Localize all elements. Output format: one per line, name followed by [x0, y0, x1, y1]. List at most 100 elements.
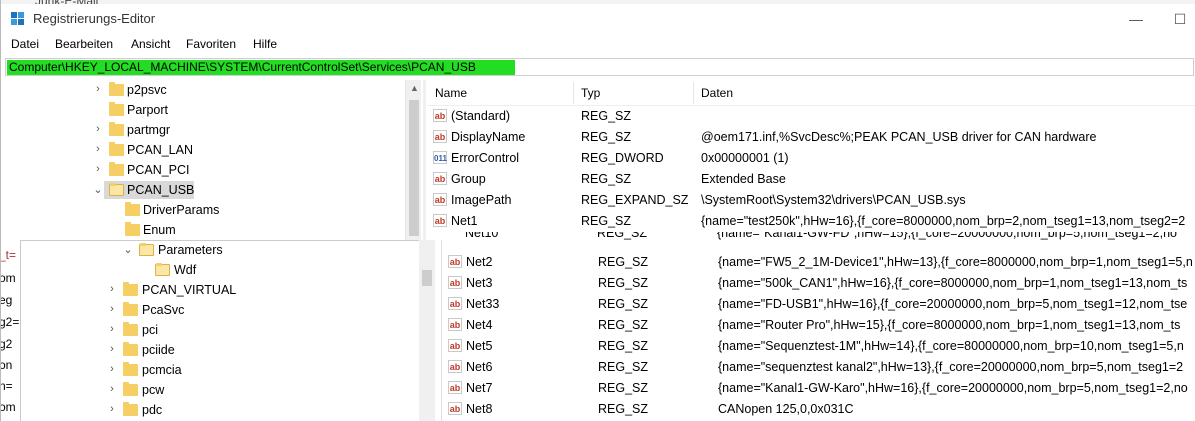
chevron-right-icon[interactable]: ›	[93, 163, 103, 175]
string-value-icon: ab	[433, 172, 447, 185]
key-tree[interactable]: › p2psvc Parport › partmgr › PCAN_LAN › …	[7, 80, 419, 421]
value-data: {name="Sequenztest-1M",hHw=14},{f_core=8…	[718, 339, 1184, 353]
value-row[interactable]: ab (Standard) REG_SZ	[427, 106, 1195, 127]
menu-favoriten[interactable]: Favoriten	[186, 37, 236, 51]
folder-icon	[109, 142, 124, 156]
menu-hilfe[interactable]: Hilfe	[253, 37, 277, 51]
value-row[interactable]: ab ImagePath REG_EXPAND_SZ \SystemRoot\S…	[427, 190, 1195, 211]
value-row[interactable]: ab Net33 REG_SZ {name="FD-USB1",hHw=16},…	[442, 294, 1195, 315]
chevron-right-icon[interactable]: ›	[107, 343, 117, 355]
value-data: @oem171.inf,%SvcDesc%;PEAK PCAN_USB driv…	[701, 130, 1097, 144]
overlap-divider	[21, 240, 421, 241]
value-data: {name="500k_CAN1",hHw=16},{f_core=800000…	[718, 276, 1188, 290]
tree-item-partmgr[interactable]: › partmgr	[7, 120, 419, 140]
tree-item-pdc[interactable]: › pdc	[7, 400, 419, 420]
chevron-right-icon[interactable]: ›	[93, 143, 103, 155]
scroll-thumb[interactable]	[409, 100, 419, 236]
folder-icon	[125, 222, 140, 236]
string-value-icon: ab	[433, 193, 447, 206]
string-value-icon: ab	[448, 381, 462, 394]
tree-item-wdf[interactable]: Wdf	[7, 260, 419, 280]
value-name: (Standard)	[451, 109, 511, 123]
chevron-right-icon[interactable]: ›	[107, 303, 117, 315]
tree-item-pcan-pci[interactable]: › PCAN_PCI	[7, 160, 419, 180]
chevron-right-icon[interactable]: ›	[107, 403, 117, 415]
string-value-icon: ab	[448, 402, 462, 415]
value-row[interactable]: ab Net7 REG_SZ {name="Kanal1-GW-Karo",hH…	[442, 378, 1195, 399]
column-divider[interactable]	[693, 82, 694, 104]
value-row[interactable]: ab Net4 REG_SZ {name="Router Pro",hHw=15…	[442, 315, 1195, 336]
value-row[interactable]: ab Net5 REG_SZ {name="Sequenztest-1M",hH…	[442, 336, 1195, 357]
column-name-header[interactable]: Name	[435, 86, 467, 100]
list-scrollbar[interactable]	[419, 240, 435, 421]
value-row[interactable]: ab Group REG_SZ Extended Base	[427, 169, 1195, 190]
tree-item-parport[interactable]: Parport	[7, 100, 419, 120]
tree-item-pcan-usb[interactable]: ⌄ PCAN_USB	[7, 180, 419, 200]
address-path[interactable]: Computer\HKEY_LOCAL_MACHINE\SYSTEM\Curre…	[7, 60, 515, 75]
background-text-fragment: eg	[1, 293, 13, 307]
tree-item-pci[interactable]: › pci	[7, 320, 419, 340]
address-bar[interactable]: Computer\HKEY_LOCAL_MACHINE\SYSTEM\Curre…	[5, 58, 1194, 76]
value-list-continued[interactable]: ab Net2 REG_SZ {name="FW5_2_1M-Device1",…	[441, 240, 1195, 421]
value-row[interactable]: ab Net3 REG_SZ {name="500k_CAN1",hHw=16}…	[442, 273, 1195, 294]
value-type: REG_SZ	[581, 130, 632, 144]
tree-item-pciide[interactable]: › pciide	[7, 340, 419, 360]
string-value-icon: ab	[433, 130, 447, 143]
value-data: 0x00000001 (1)	[701, 151, 789, 165]
folder-icon	[123, 302, 138, 316]
tree-item-label: pdc	[142, 403, 163, 417]
value-row[interactable]: ab Net2 REG_SZ {name="FW5_2_1M-Device1",…	[442, 252, 1195, 273]
value-row[interactable]: 011 ErrorControl REG_DWORD 0x00000001 (1…	[427, 148, 1195, 169]
window-title: Registrierungs-Editor	[33, 11, 156, 26]
chevron-right-icon[interactable]: ›	[107, 383, 117, 395]
value-row[interactable]: ab DisplayName REG_SZ @oem171.inf,%SvcDe…	[427, 127, 1195, 148]
tree-item-driverparams[interactable]: DriverParams	[7, 200, 419, 220]
chevron-right-icon[interactable]: ›	[107, 323, 117, 335]
tree-item-pcasvc[interactable]: › PcaSvc	[7, 300, 419, 320]
tree-item-label: Parport	[127, 103, 168, 117]
value-name: Group	[451, 172, 486, 186]
tree-item-parameters[interactable]: ⌄ Parameters	[7, 240, 419, 260]
title-bar[interactable]: Registrierungs-Editor — ☐	[1, 4, 1195, 34]
value-row[interactable]: ab Net1 REG_SZ {name="test250k",hHw=16},…	[427, 211, 1195, 232]
chevron-down-icon[interactable]: ⌄	[93, 183, 103, 196]
value-data: {name="Kanal1-GW-FD",hHw=15},{f_core=200…	[717, 232, 1177, 240]
tree-item-p2psvc[interactable]: › p2psvc	[7, 80, 419, 100]
string-value-icon: ab	[448, 339, 462, 352]
tree-item-label: partmgr	[127, 123, 171, 137]
tree-item-pcan-virtual[interactable]: › PCAN_VIRTUAL	[7, 280, 419, 300]
scroll-thumb[interactable]	[422, 270, 432, 286]
chevron-right-icon[interactable]: ›	[93, 123, 103, 135]
chevron-right-icon[interactable]: ›	[93, 83, 103, 95]
chevron-right-icon[interactable]: ›	[107, 283, 117, 295]
chevron-down-icon[interactable]: ⌄	[123, 243, 133, 256]
chevron-right-icon[interactable]: ›	[107, 363, 117, 375]
value-row[interactable]: ab Net6 REG_SZ {name="sequenztest kanal2…	[442, 357, 1195, 378]
value-row[interactable]: ab Net8 REG_SZ CANopen 125,0,0x031C	[442, 399, 1195, 420]
folder-icon	[109, 162, 124, 176]
tree-item-enum[interactable]: Enum	[7, 220, 419, 240]
menu-bearbeiten[interactable]: Bearbeiten	[55, 37, 113, 51]
menu-ansicht[interactable]: Ansicht	[131, 37, 170, 51]
tree-item-pcan-lan[interactable]: › PCAN_LAN	[7, 140, 419, 160]
value-data: {name="sequenztest kanal2",hHw=13},{f_co…	[718, 360, 1184, 374]
tree-scrollbar[interactable]: ▲	[405, 80, 421, 240]
value-type: REG_SZ	[598, 255, 649, 269]
column-type-header[interactable]: Typ	[581, 86, 600, 100]
tree-item-label: Enum	[143, 223, 176, 237]
scroll-up-icon[interactable]: ▲	[410, 83, 419, 93]
minimize-button[interactable]: —	[1113, 8, 1159, 30]
tree-item-label: pciide	[142, 343, 175, 357]
menu-datei[interactable]: Datei	[11, 37, 39, 51]
column-data-header[interactable]: Daten	[701, 86, 733, 100]
maximize-button[interactable]: ☐	[1157, 8, 1195, 30]
value-name: ImagePath	[451, 193, 512, 207]
background-window-edge: _t= om eg g2= g2 on n= om	[1, 240, 21, 421]
column-divider[interactable]	[573, 82, 574, 104]
tree-item-pcw[interactable]: › pcw	[7, 380, 419, 400]
value-type: REG_SZ	[581, 214, 632, 228]
value-type: REG_SZ	[598, 360, 649, 374]
background-text-fragment: g2=	[1, 315, 20, 329]
tree-item-pcmcia[interactable]: › pcmcia	[7, 360, 419, 380]
string-value-icon: ab	[433, 214, 447, 227]
